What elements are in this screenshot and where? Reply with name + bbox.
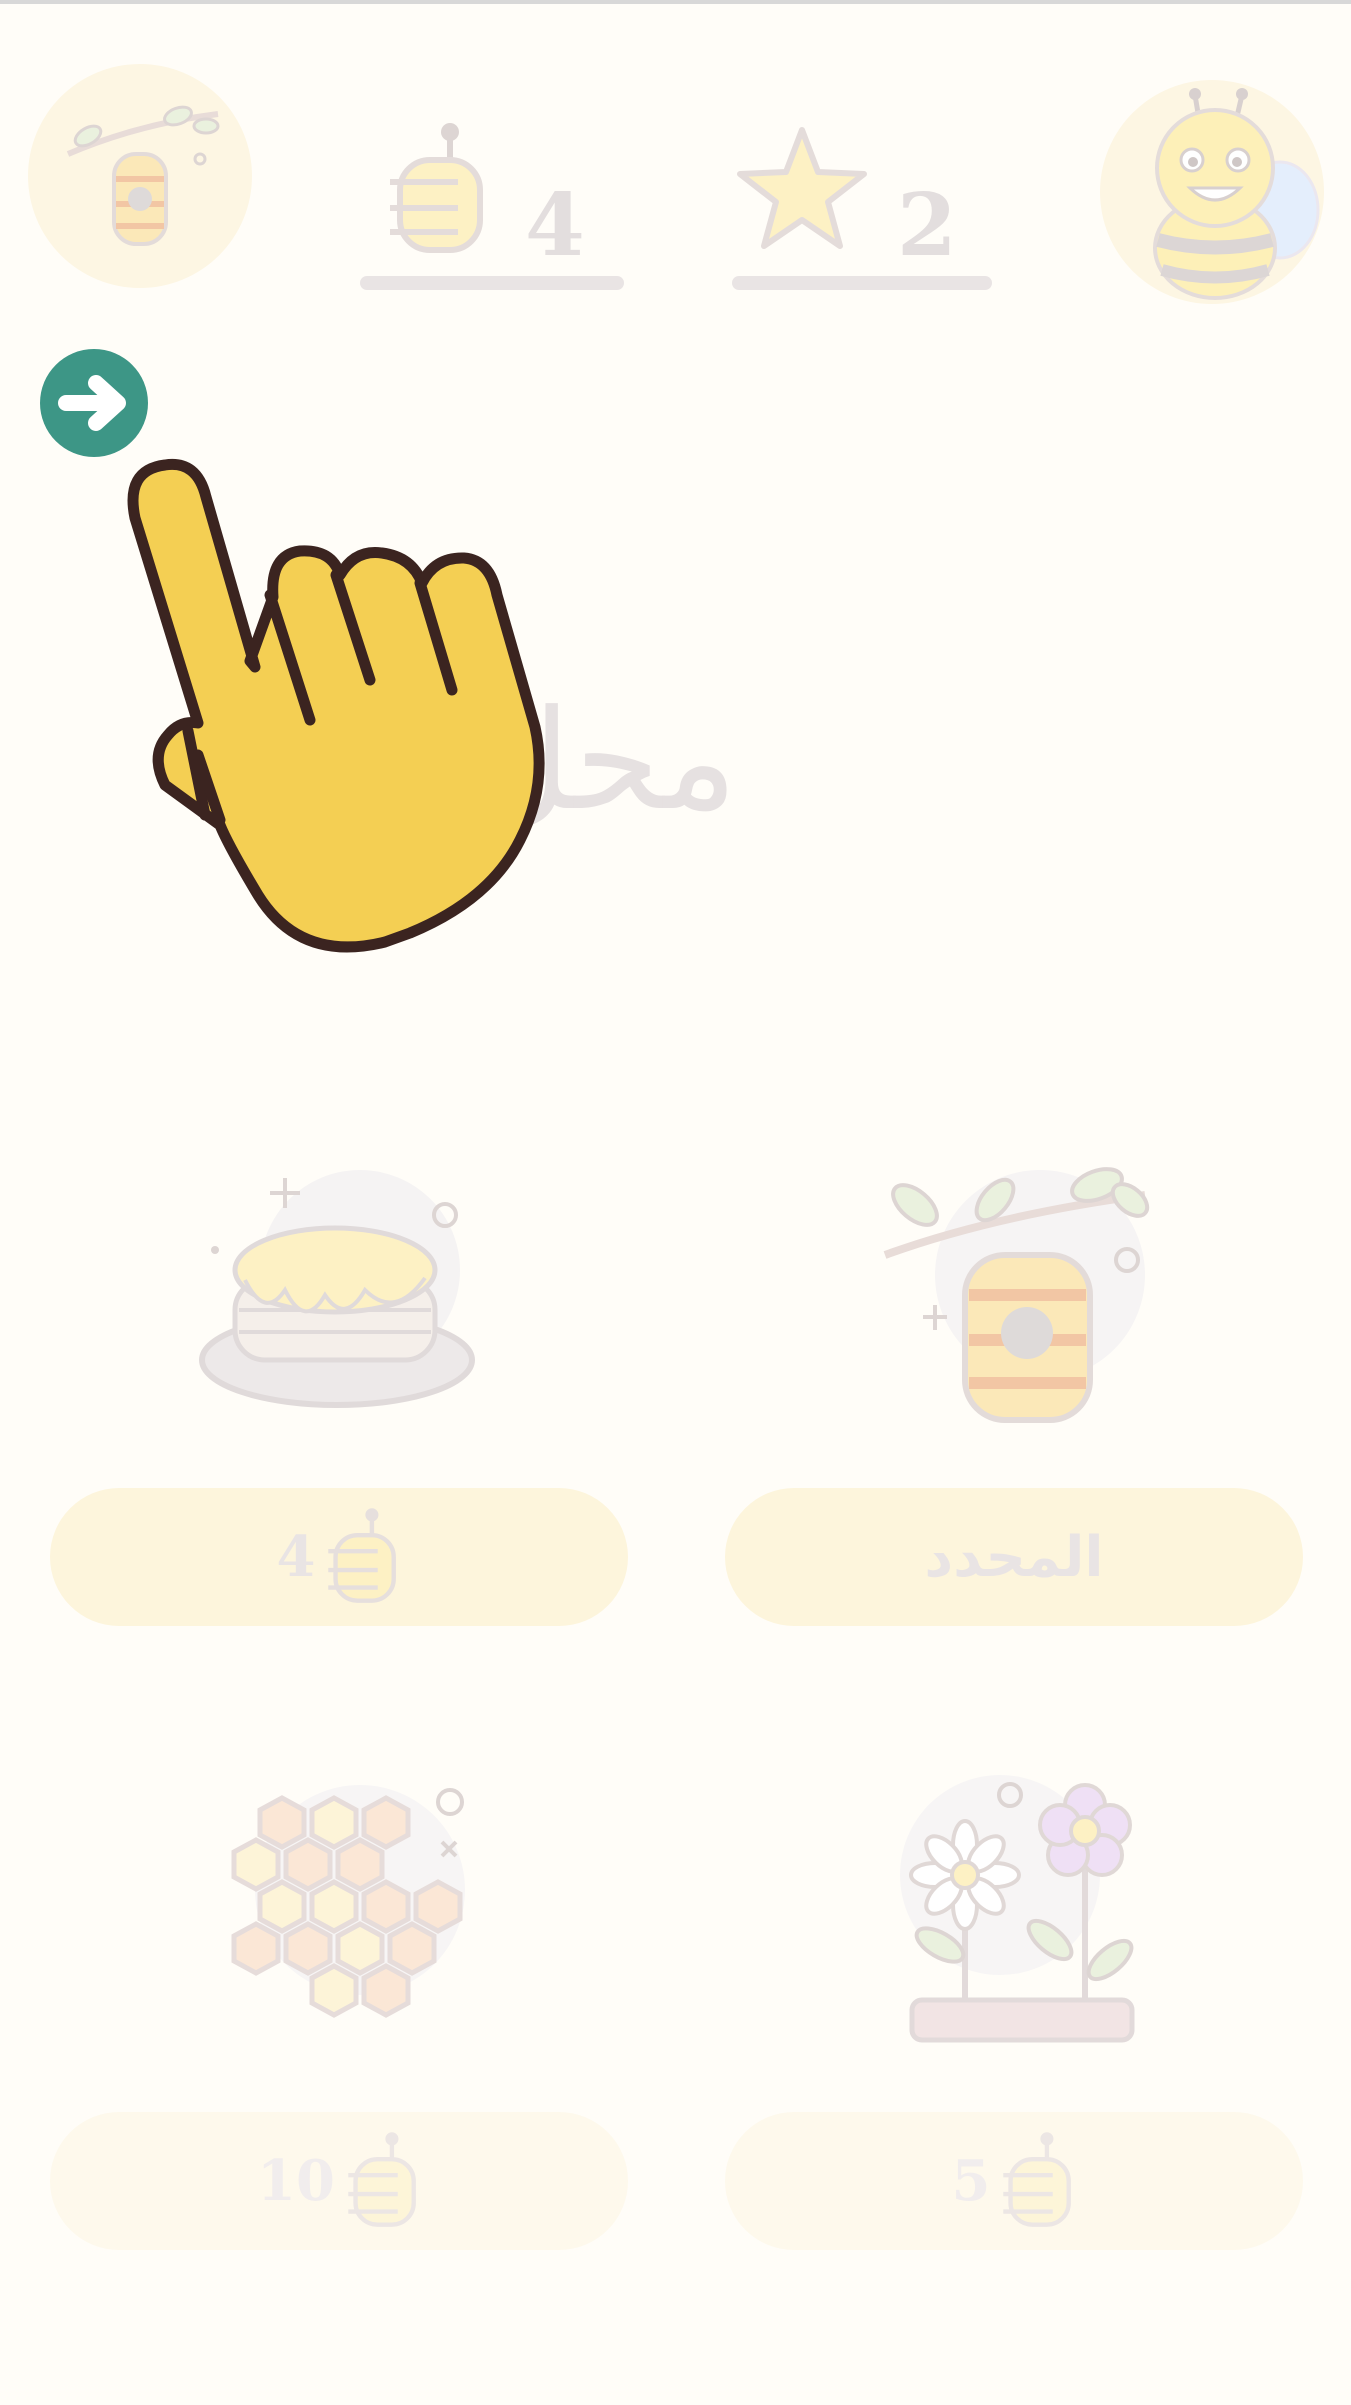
beehive-icon bbox=[66, 105, 220, 246]
hive-avatar-button[interactable] bbox=[28, 64, 252, 288]
bee-icon bbox=[1153, 88, 1320, 300]
honeycomb-icon bbox=[231, 1785, 465, 2018]
honey-counter: 4 bbox=[360, 80, 624, 290]
beehive-selected-button[interactable]: المحدد bbox=[725, 1488, 1303, 1626]
pancakes-buy-button[interactable]: 4 bbox=[50, 1488, 628, 1626]
pancakes-price: 4 bbox=[276, 1524, 316, 1590]
honey-pot-icon bbox=[348, 2132, 416, 2227]
star-count: 2 bbox=[897, 175, 957, 276]
next-button[interactable] bbox=[40, 349, 148, 457]
honeycomb-price: 10 bbox=[257, 2148, 335, 2214]
pancakes-icon bbox=[199, 1170, 475, 1408]
pointing-hand-icon bbox=[127, 458, 545, 953]
star-counter-underline bbox=[732, 276, 992, 290]
honey-pot-icon bbox=[1003, 2132, 1072, 2227]
flowers-icon bbox=[900, 1775, 1135, 2043]
star-counter: 2 bbox=[732, 80, 992, 290]
status-divider bbox=[0, 0, 1351, 4]
honey-counter-underline bbox=[360, 276, 624, 290]
flowers-buy-button[interactable]: 5 bbox=[725, 2112, 1303, 2250]
honey-pot-icon bbox=[390, 123, 483, 253]
honey-pot-icon bbox=[328, 1508, 397, 1603]
honey-count: 4 bbox=[525, 175, 585, 276]
star-icon bbox=[737, 127, 867, 249]
bee-avatar-button[interactable] bbox=[1100, 80, 1324, 304]
flowers-price: 5 bbox=[951, 2148, 991, 2214]
arrow-right-icon bbox=[58, 375, 126, 431]
honeycomb-buy-button[interactable]: 10 bbox=[50, 2112, 628, 2250]
beehive-status-label: المحدد bbox=[924, 1524, 1104, 1590]
beehive-item-icon bbox=[883, 1167, 1150, 1423]
